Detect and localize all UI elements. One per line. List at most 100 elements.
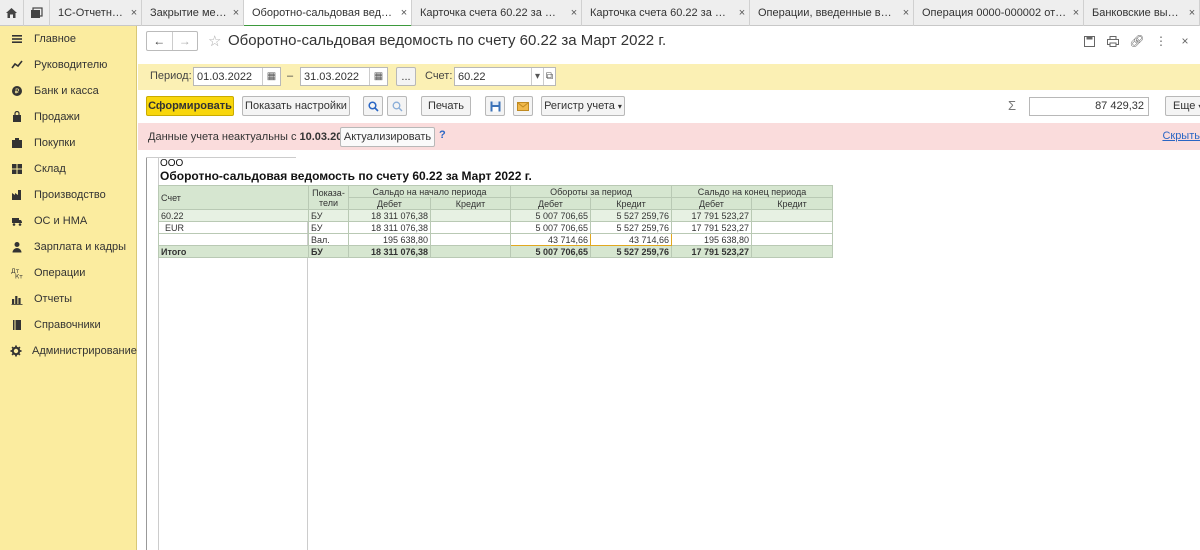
table-cell[interactable] [430,209,511,222]
close-icon[interactable]: × [1178,34,1192,48]
table-cell[interactable]: 5 527 259,76 [590,221,672,234]
table-cell[interactable] [751,221,833,234]
selected-cell[interactable]: 43 714,66 [590,233,672,246]
calendar-icon[interactable]: ▦ [369,68,387,85]
sidebar-item-administration[interactable]: Администрирование [0,338,137,364]
date-from-field[interactable]: 01.03.2022 ▦ [193,67,281,86]
table-cell[interactable]: 18 311 076,38 [348,221,431,234]
close-icon[interactable]: × [127,7,141,19]
close-icon[interactable]: × [735,7,749,19]
close-icon[interactable]: × [899,7,913,19]
tab-account-card-1[interactable]: Карточка счета 60.22 за Март ...× [412,0,582,26]
table-cell[interactable] [430,245,511,258]
refresh-button[interactable]: Актуализировать [340,127,435,147]
generate-button[interactable]: Сформировать [146,96,234,116]
table-cell[interactable]: 5 527 259,76 [590,209,672,222]
email-icon[interactable] [513,96,533,116]
warning-bar: Данные учета неактуальны с 10.03.2022 Ак… [138,123,1200,150]
table-cell: Итого [158,245,309,258]
chevron-down-icon[interactable]: ▾ [531,68,543,85]
tab-label: Закрытие месяца [150,7,227,19]
table-row[interactable]: Вал. 195 638,80 43 714,66 43 714,66 195 … [158,233,833,246]
table-cell[interactable]: 17 791 523,27 [671,209,752,222]
table-cell[interactable]: 17 791 523,27 [671,245,752,258]
back-arrow-icon[interactable]: ← [147,32,172,50]
date-to-field[interactable]: 31.03.2022 ▦ [300,67,388,86]
sidebar-item-references[interactable]: Справочники [0,312,136,338]
period-select-button[interactable]: ... [396,67,416,86]
sidebar-item-warehouse[interactable]: Склад [0,156,136,182]
total-row[interactable]: Итого БУ 18 311 076,38 5 007 706,65 5 52… [158,245,833,258]
account-field[interactable]: 60.22 ▾ ⧉ [454,67,556,86]
close-icon[interactable]: × [567,7,581,19]
home-icon[interactable] [0,0,24,26]
table-cell[interactable]: 5 007 706,65 [510,221,591,234]
table-cell[interactable]: 17 791 523,27 [671,221,752,234]
star-icon[interactable]: ☆ [208,32,221,50]
help-icon[interactable]: ? [439,129,446,141]
toolbar: Сформировать Показать настройки Печать Р… [138,95,1200,119]
report-table: Счет Показа- тели Сальдо на начало перио… [158,185,833,258]
save-icon[interactable] [485,96,505,116]
tab-trial-balance[interactable]: Оборотно-сальдовая ведомос...× [244,0,412,27]
table-cell[interactable] [430,233,511,246]
open-icon[interactable]: ⧉ [543,68,555,85]
link-icon[interactable]: 🔗︎ [1129,34,1144,48]
table-cell[interactable] [751,245,833,258]
tab-operation[interactable]: Операция 0000-000002 от 10.... × [914,0,1084,26]
warehouse-icon [10,162,24,176]
table-cell[interactable]: 195 638,80 [348,233,431,246]
sidebar-item-salary[interactable]: Зарплата и кадры [0,234,136,260]
table-row[interactable]: EUR БУ 18 311 076,38 5 007 706,65 5 527 … [158,221,833,234]
sidebar-item-management[interactable]: Руководителю [0,52,136,78]
table-cell[interactable]: 195 638,80 [671,233,752,246]
search-clear-icon[interactable] [387,96,407,116]
more-vertical-icon[interactable]: ⋮ [1154,34,1168,48]
selected-cell[interactable]: 43 714,66 [510,233,591,246]
forward-arrow-icon[interactable]: → [171,32,198,50]
apps-icon[interactable] [24,0,50,26]
account-cell[interactable] [158,233,309,246]
save-icon[interactable] [1082,34,1096,48]
close-icon[interactable]: × [397,7,411,19]
tab-month-closing[interactable]: Закрытие месяца× [142,0,244,26]
sidebar-item-sales[interactable]: Продажи [0,104,136,130]
account-register-button[interactable]: Регистр учета ▾ [541,96,625,116]
table-cell[interactable] [430,221,511,234]
tab-1c-reporting[interactable]: 1С-Отчетность× [50,0,142,26]
account-cell[interactable]: EUR [158,221,309,234]
account-cell[interactable]: −60.22 [158,209,309,222]
table-cell[interactable] [751,233,833,246]
period-bar: Период: 01.03.2022 ▦ – 31.03.2022 ▦ ... … [138,64,1200,90]
table-cell[interactable]: 18 311 076,38 [348,209,431,222]
sidebar-item-operations[interactable]: Дт Кт Операции [0,260,136,286]
column-header: Кредит [590,197,672,210]
sidebar-item-production[interactable]: Производство [0,182,136,208]
table-cell[interactable]: 5 527 259,76 [590,245,672,258]
sidebar-item-main[interactable]: Главное [0,26,136,52]
table-cell[interactable]: 18 311 076,38 [348,245,431,258]
tab-bank-statements[interactable]: Банковские выписки× [1084,0,1200,26]
gear-icon [10,344,22,358]
more-button[interactable]: Еще▾ [1165,96,1200,116]
close-icon[interactable]: × [1185,7,1199,19]
table-cell[interactable]: 5 007 706,65 [510,245,591,258]
close-icon[interactable]: × [229,7,243,19]
sidebar-item-reports[interactable]: Отчеты [0,286,136,312]
table-row[interactable]: −60.22 БУ 18 311 076,38 5 007 706,65 5 5… [158,209,833,222]
calendar-icon[interactable]: ▦ [262,68,280,85]
hide-link[interactable]: Скрыть [1162,130,1200,142]
show-settings-button[interactable]: Показать настройки [242,96,350,116]
tab-label: Оборотно-сальдовая ведомос... [252,6,395,19]
print-icon[interactable] [1106,34,1120,48]
sidebar-item-purchases[interactable]: Покупки [0,130,136,156]
close-icon[interactable]: × [1069,7,1083,19]
tab-manual-operations[interactable]: Операции, введенные вручную× [750,0,914,26]
table-cell[interactable] [751,209,833,222]
sidebar-item-bank[interactable]: ₽ Банк и касса [0,78,136,104]
tab-account-card-2[interactable]: Карточка счета 60.22 за Март ...× [582,0,750,26]
print-button[interactable]: Печать [421,96,471,116]
sidebar-item-fixed-assets[interactable]: ОС и НМА [0,208,136,234]
search-icon[interactable] [363,96,383,116]
table-cell[interactable]: 5 007 706,65 [510,209,591,222]
